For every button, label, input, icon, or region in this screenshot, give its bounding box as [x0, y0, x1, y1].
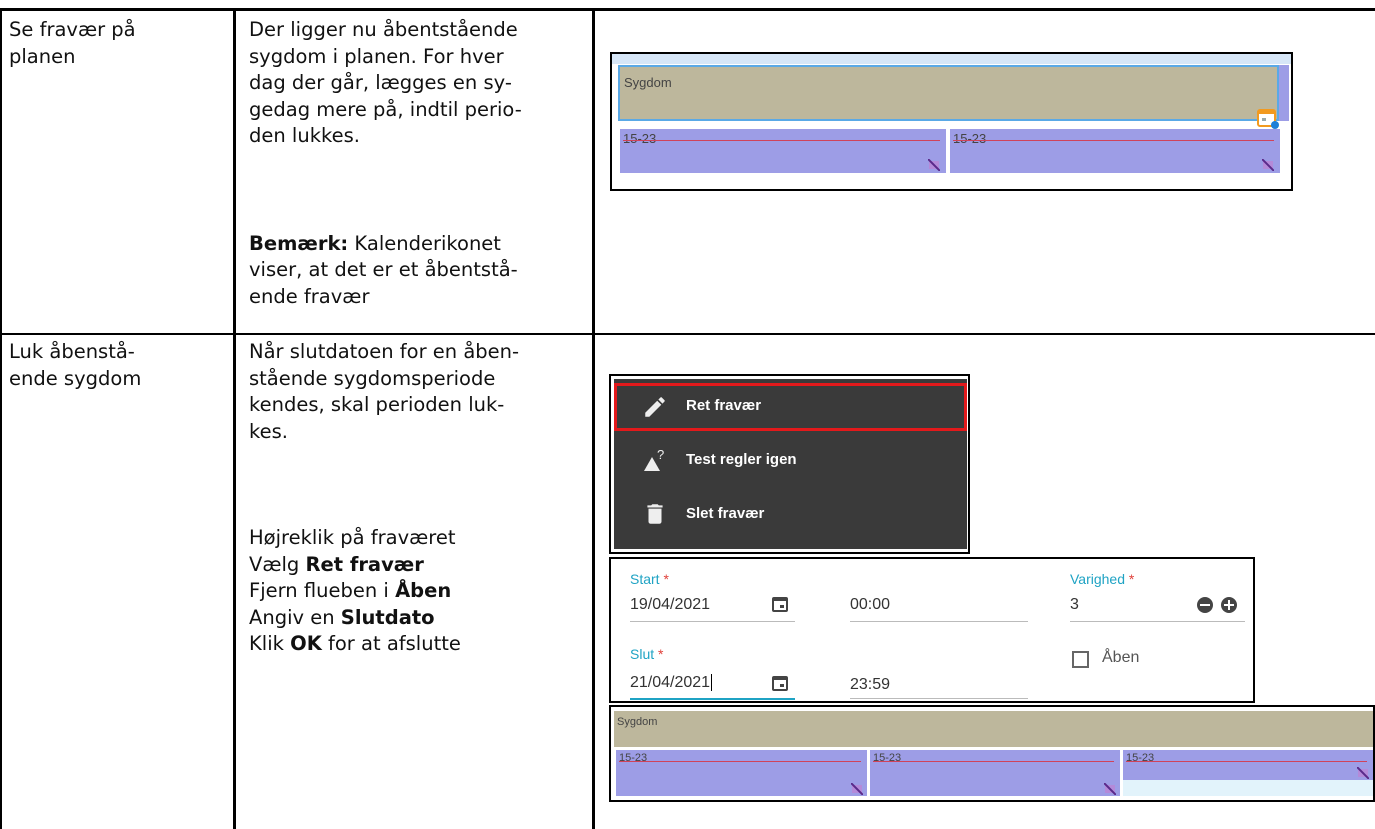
shift-block[interactable]: 15-23 — [950, 129, 1280, 173]
edit-absence-form: Start * 19/04/2021 00:00 Varighed * 3 Sl… — [609, 557, 1255, 703]
shift-label: 15-23 — [1126, 752, 1155, 764]
svg-text:?: ? — [657, 447, 664, 462]
calendar-open-icon — [1257, 109, 1279, 129]
shift-label: 15-23 — [953, 131, 987, 146]
row1-description: Der ligger nu åbentstående sygdom i plan… — [249, 18, 522, 148]
row2-steps: Højreklik på fraværet Vælg Ret fravær Fj… — [249, 525, 461, 658]
pencil-icon — [645, 397, 665, 417]
shift-label: 15-23 — [619, 752, 648, 764]
start-time-input[interactable]: 00:00 — [850, 596, 890, 614]
column-divider — [592, 8, 595, 829]
step-5: Klik OK for at afslutte — [249, 632, 461, 656]
step-3: Fjern flueben i Åben — [249, 579, 452, 603]
open-checkbox[interactable] — [1072, 651, 1089, 668]
start-date-input[interactable]: 19/04/2021 — [630, 596, 710, 614]
step-2: Vælg Ret fravær — [249, 552, 424, 576]
absence-bar[interactable]: Sygdom — [618, 65, 1279, 121]
no-notification-icon — [1357, 767, 1369, 779]
absence-bar[interactable]: Sygdom — [614, 711, 1373, 747]
end-label: Slut * — [630, 646, 664, 662]
shift-block[interactable]: 15-23 — [870, 750, 1120, 796]
note-bold: Bemærk: — [249, 232, 349, 255]
shift-block[interactable]: 15-23 — [616, 750, 867, 796]
row1-note: Bemærk: Kalenderikonet — [249, 231, 501, 258]
end-date-input[interactable]: 21/04/2021 — [630, 674, 713, 692]
start-label: Start * — [630, 571, 669, 587]
row1-label: Se fravær på planen — [9, 18, 136, 68]
table-left-border — [0, 8, 2, 334]
note-text: Kalenderikonet — [348, 232, 501, 255]
text-cursor — [711, 674, 713, 692]
row-divider — [0, 333, 1375, 335]
menu-item-ret-fravaer[interactable]: Ret fravær — [614, 383, 967, 431]
shift-block[interactable]: 15-23 — [1123, 750, 1373, 780]
no-notification-icon — [851, 783, 863, 795]
duration-input[interactable]: 3 — [1070, 596, 1079, 614]
no-notification-icon — [928, 159, 940, 171]
table-left-border — [0, 333, 2, 829]
plan-screenshot-1: Sygdom 15-23 15-23 — [610, 52, 1293, 191]
absence-label: Sygdom — [624, 75, 672, 90]
shift-block[interactable]: 15-23 — [620, 129, 946, 173]
menu-item-test-regler[interactable]: ? Test regler igen — [614, 437, 967, 483]
menu-item-slet-fravaer[interactable]: Slet fravær — [614, 491, 967, 537]
no-notification-icon — [1262, 159, 1274, 171]
menu-item-label: Slet fravær — [686, 505, 765, 522]
calendar-icon[interactable] — [771, 595, 789, 613]
duration-label: Varighed * — [1070, 571, 1135, 587]
shift-label: 15-23 — [623, 131, 657, 146]
context-menu: Ret fravær ? Test regler igen Slet fravæ… — [614, 379, 967, 549]
plus-circle-icon[interactable] — [1220, 596, 1238, 614]
minus-circle-icon[interactable] — [1196, 596, 1214, 614]
step-1: Højreklik på fraværet — [249, 526, 456, 549]
no-notification-icon — [1104, 783, 1116, 795]
open-checkbox-label: Åben — [1102, 649, 1140, 666]
calendar-icon[interactable] — [771, 674, 789, 692]
row2-description: Når slutdatoen for en åben- stående sygd… — [249, 340, 520, 443]
trash-icon — [647, 504, 663, 524]
context-menu-screenshot: Ret fravær ? Test regler igen Slet fravæ… — [609, 374, 970, 554]
row2-label: Luk åbenstå- ende sygdom — [9, 340, 142, 390]
end-time-input[interactable]: 23:59 — [850, 676, 890, 694]
absence-label: Sygdom — [617, 716, 658, 728]
step-4: Angiv en Slutdato — [249, 605, 435, 629]
plan-screenshot-2: Sygdom 15-23 15-23 15-23 — [609, 705, 1375, 802]
shift-label: 15-23 — [873, 752, 902, 764]
menu-item-label: Test regler igen — [686, 451, 797, 468]
menu-item-label: Ret fravær — [686, 397, 762, 414]
warning-question-icon: ? — [644, 447, 664, 471]
table-top-border — [0, 8, 1375, 11]
row1-note-cont: viser, at det er et åbentstå- ende fravæ… — [249, 258, 518, 308]
column-divider — [233, 8, 236, 829]
